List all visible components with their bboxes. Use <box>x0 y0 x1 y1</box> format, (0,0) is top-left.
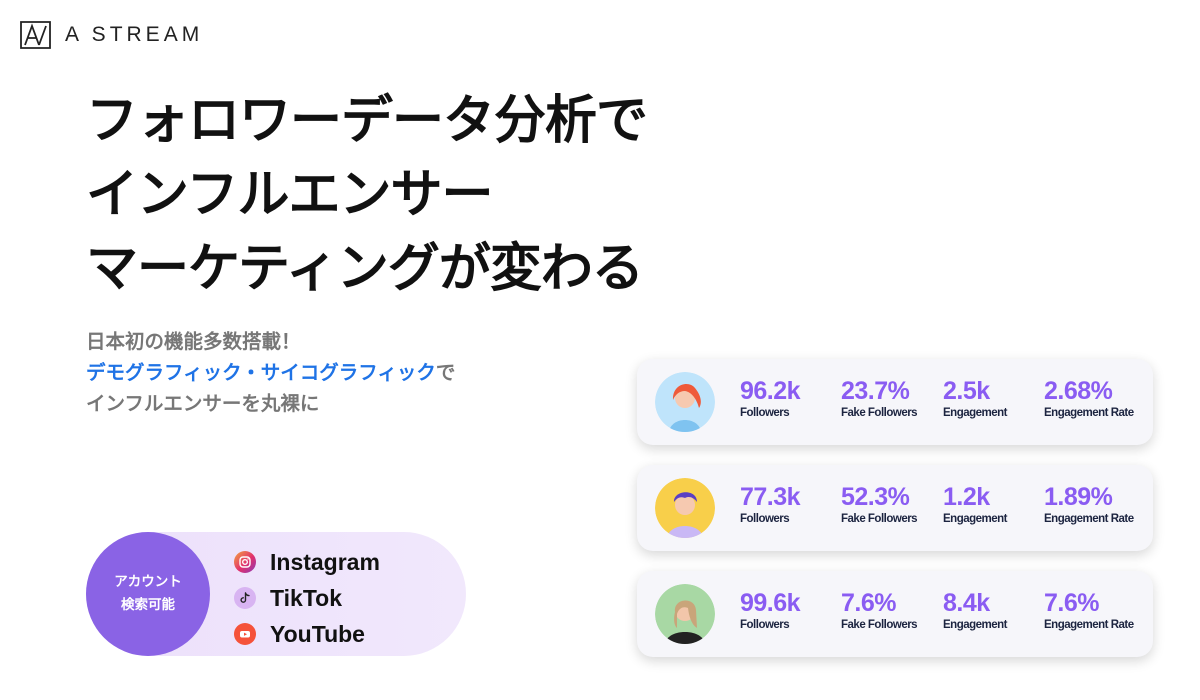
stat-engagement-rate: 7.6% Engagement Rate <box>1044 589 1134 633</box>
fake-followers-label: Fake Followers <box>841 407 918 419</box>
stat-followers: 96.2k Followers <box>740 377 801 421</box>
engagement-label: Engagement <box>943 619 1008 631</box>
engagement-rate-value: 7.6% <box>1044 589 1099 617</box>
fake-followers-label: Fake Followers <box>841 513 918 525</box>
sub-copy: 日本初の機能多数搭載！ デモグラフィック・サイコグラフィックで インフルエンサー… <box>86 326 455 419</box>
stat-followers: 99.6k Followers <box>740 589 801 633</box>
youtube-icon <box>234 623 256 645</box>
tiktok-icon <box>234 587 256 609</box>
followers-label: Followers <box>740 407 790 419</box>
stat-engagement: 2.5k Engagement <box>943 377 1008 421</box>
followers-value: 96.2k <box>740 377 801 405</box>
engagement-rate-label: Engagement Rate <box>1044 619 1134 631</box>
blonde-woman-avatar <box>655 584 715 644</box>
instagram-icon <box>234 551 256 573</box>
sub-line-2: デモグラフィック・サイコグラフィックで <box>86 357 455 388</box>
sub-line-1: 日本初の機能多数搭載！ <box>86 330 301 353</box>
stat-engagement: 1.2k Engagement <box>943 483 1008 527</box>
fake-followers-value: 7.6% <box>841 589 896 617</box>
sub-line-3: インフルエンサーを丸裸に <box>86 392 320 415</box>
engagement-label: Engagement <box>943 407 1008 419</box>
platform-label: YouTube <box>270 620 365 647</box>
a-stream-logo-icon <box>20 21 51 49</box>
engagement-value: 2.5k <box>943 377 990 405</box>
sub-line-2-rest: で <box>435 361 456 384</box>
brand-logo[interactable]: A STREAM <box>20 20 203 50</box>
platform-instagram: Instagram <box>234 544 380 580</box>
stat-fake-followers: 52.3% Fake Followers <box>841 483 918 527</box>
red-hair-woman-avatar <box>655 372 715 432</box>
engagement-rate-label: Engagement Rate <box>1044 407 1134 419</box>
sub-highlight: デモグラフィック・サイコグラフィック <box>86 361 436 384</box>
stat-engagement: 8.4k Engagement <box>943 589 1008 633</box>
headline-line-2: インフルエンサー <box>86 165 493 225</box>
fake-followers-value: 23.7% <box>841 377 910 405</box>
engagement-label: Engagement <box>943 513 1008 525</box>
engagement-rate-value: 1.89% <box>1044 483 1113 511</box>
searchable-accounts-badge: アカウント 検索可能 <box>86 532 210 656</box>
engagement-value: 1.2k <box>943 483 990 511</box>
influencer-card[interactable]: 99.6k Followers 7.6% Fake Followers 8.4k… <box>637 571 1153 657</box>
engagement-rate-value: 2.68% <box>1044 377 1113 405</box>
followers-value: 77.3k <box>740 483 801 511</box>
badge-line-1: アカウント <box>114 574 182 590</box>
brand-name: A STREAM <box>65 23 204 46</box>
fake-followers-value: 52.3% <box>841 483 910 511</box>
platform-list: Instagram TikTok YouTube <box>234 544 380 652</box>
platform-tiktok: TikTok <box>234 580 380 616</box>
followers-label: Followers <box>740 619 790 631</box>
platform-youtube: YouTube <box>234 616 380 652</box>
engagement-value: 8.4k <box>943 589 990 617</box>
stat-fake-followers: 7.6% Fake Followers <box>841 589 918 633</box>
engagement-rate-label: Engagement Rate <box>1044 513 1134 525</box>
headline-line-1: フォロワーデータ分析で <box>86 91 648 151</box>
headline: フォロワーデータ分析で インフルエンサー マーケティングが変わる <box>86 84 648 306</box>
searchable-accounts-panel: アカウント 検索可能 Instagram TikTok YouTube <box>86 532 466 656</box>
stat-followers: 77.3k Followers <box>740 483 801 527</box>
followers-value: 99.6k <box>740 589 801 617</box>
stat-engagement-rate: 1.89% Engagement Rate <box>1044 483 1134 527</box>
purple-hair-man-avatar <box>655 478 715 538</box>
fake-followers-label: Fake Followers <box>841 619 918 631</box>
influencer-card[interactable]: 77.3k Followers 52.3% Fake Followers 1.2… <box>637 465 1153 551</box>
platform-label: Instagram <box>270 548 380 575</box>
followers-label: Followers <box>740 513 790 525</box>
headline-line-3: マーケティングが変わる <box>86 239 644 299</box>
badge-line-2: 検索可能 <box>121 597 175 613</box>
platform-label: TikTok <box>270 584 342 611</box>
stat-fake-followers: 23.7% Fake Followers <box>841 377 918 421</box>
influencer-card[interactable]: 96.2k Followers 23.7% Fake Followers 2.5… <box>637 359 1153 445</box>
stat-engagement-rate: 2.68% Engagement Rate <box>1044 377 1134 421</box>
